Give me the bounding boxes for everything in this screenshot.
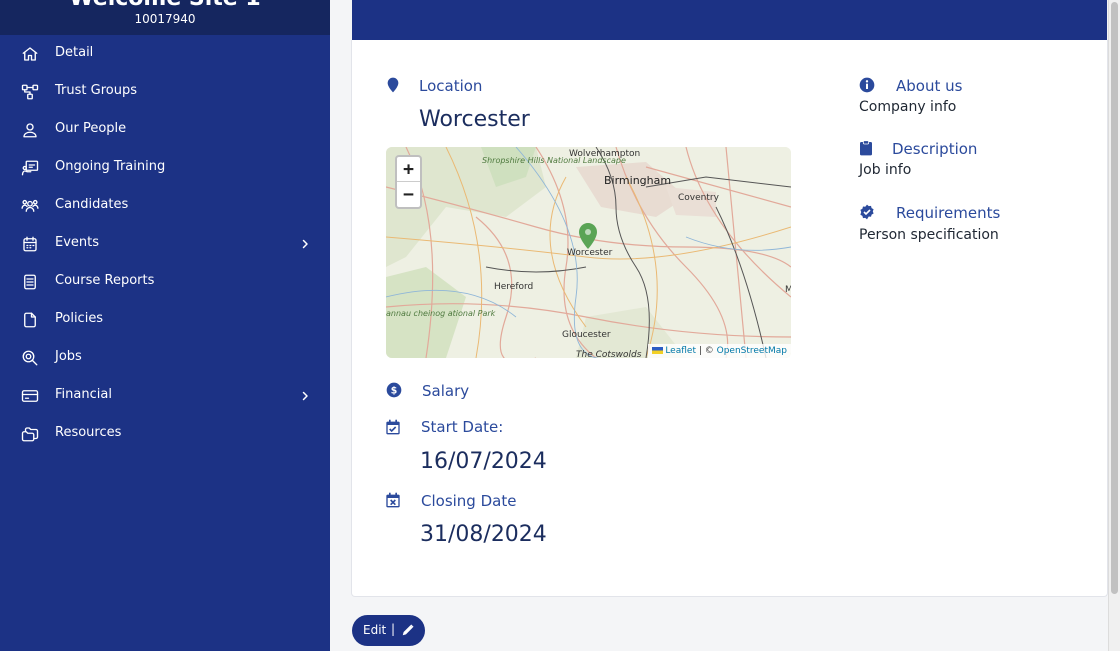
requirements-value: Person specification	[859, 227, 999, 243]
attribution-separator: | ©	[695, 346, 717, 356]
sidebar-item-label: Financial	[55, 387, 112, 402]
leaflet-link[interactable]: Leaflet	[665, 346, 696, 356]
description-label: Description	[892, 140, 978, 158]
location-map[interactable]: + − Shropshire Hills National Landscape …	[386, 147, 791, 358]
sidebar-item-jobs[interactable]: Jobs	[0, 339, 330, 377]
zoom-out-button[interactable]: −	[397, 182, 420, 207]
requirements-label: Requirements	[896, 204, 1001, 222]
edit-button-label: Edit	[363, 623, 387, 637]
map-label-cotswolds: The Cotswolds	[576, 350, 642, 358]
map-label-hereford: Hereford	[494, 282, 534, 292]
about-us-value: Company info	[859, 99, 957, 115]
chevron-right-icon[interactable]	[299, 238, 311, 250]
sidebar-item-ongoing-training[interactable]: Ongoing Training	[0, 149, 330, 187]
sidebar: Welcome Site 1 10017940 Detail Trust Gro…	[0, 0, 330, 651]
sidebar-item-label: Trust Groups	[55, 83, 137, 98]
location-value: Worcester	[419, 107, 530, 132]
calendar-icon	[21, 235, 39, 253]
start-date-label: Start Date:	[421, 418, 504, 436]
sidebar-item-course-reports[interactable]: Course Reports	[0, 263, 330, 301]
zoom-in-button[interactable]: +	[397, 157, 420, 182]
about-us-label: About us	[896, 77, 963, 95]
welcome-title: Welcome Site 1	[0, 0, 330, 11]
closing-date-value: 31/08/2024	[420, 522, 547, 547]
map-attribution: Leaflet | © OpenStreetMap	[648, 344, 791, 358]
home-icon	[21, 45, 39, 63]
edit-button[interactable]: Edit |	[352, 615, 425, 646]
dollar-icon: $	[386, 382, 402, 398]
pencil-icon	[401, 623, 415, 637]
app-root: Welcome Site 1 10017940 Detail Trust Gro…	[0, 0, 1120, 651]
map-label-coventry: Coventry	[678, 193, 719, 203]
search-icon	[21, 349, 39, 367]
closing-date-label: Closing Date	[421, 492, 517, 510]
user-icon	[21, 121, 39, 139]
sidebar-item-label: Course Reports	[55, 273, 155, 288]
calendar-check-icon	[385, 419, 401, 435]
map-label-worcester: Worcester	[567, 248, 613, 258]
sidebar-item-candidates[interactable]: Candidates	[0, 187, 330, 225]
sidebar-item-label: Events	[55, 235, 100, 250]
map-label-brecon: annau cheinog ational Park	[386, 309, 495, 318]
network-icon	[21, 83, 39, 101]
map-label-wolverhampton: Wolverhampton	[569, 149, 641, 159]
site-id: 10017940	[134, 12, 196, 26]
sidebar-item-label: Policies	[55, 311, 104, 326]
map-zoom-control: + −	[395, 155, 422, 209]
map-label-birmingham: Birmingham	[604, 174, 672, 187]
info-icon	[859, 77, 875, 93]
sidebar-item-resources[interactable]: Resources	[0, 415, 330, 453]
page-scrollbar[interactable]	[1108, 0, 1120, 651]
map-pin-icon	[385, 77, 401, 93]
credit-card-icon	[21, 387, 39, 405]
sidebar-item-label: Ongoing Training	[55, 159, 166, 174]
scrollbar-thumb[interactable]	[1111, 2, 1118, 594]
sidebar-item-label: Our People	[55, 121, 127, 136]
file-icon	[21, 311, 39, 329]
sidebar-nav: Detail Trust Groups Our People Ongoing T…	[0, 35, 330, 453]
map-label-edge: M	[785, 285, 791, 295]
map-label-shropshire: Shropshire Hills National Landscape	[482, 156, 626, 165]
salary-label: Salary	[422, 382, 470, 400]
sidebar-item-financial[interactable]: Financial	[0, 377, 330, 415]
sidebar-item-detail[interactable]: Detail	[0, 35, 330, 73]
sidebar-item-label: Resources	[55, 425, 122, 440]
job-header-banner	[352, 0, 1107, 40]
clipboard-icon	[858, 140, 874, 156]
description-value: Job info	[859, 162, 912, 178]
edit-button-separator: |	[391, 622, 396, 636]
folders-icon	[21, 425, 39, 443]
users-icon	[21, 197, 39, 215]
openstreetmap-link[interactable]: OpenStreetMap	[717, 346, 787, 356]
chevron-right-icon[interactable]	[299, 390, 311, 402]
calendar-x-icon	[385, 492, 401, 508]
location-label: Location	[419, 77, 483, 95]
ukraine-flag-icon	[652, 347, 664, 354]
sidebar-item-label: Candidates	[55, 197, 129, 212]
verified-badge-icon	[859, 204, 875, 220]
map-label-gloucester: Gloucester	[562, 330, 611, 340]
report-icon	[21, 273, 39, 291]
sidebar-item-label: Jobs	[55, 349, 82, 364]
sidebar-item-label: Detail	[55, 45, 94, 60]
sidebar-item-events[interactable]: Events	[0, 225, 330, 263]
sidebar-header: Welcome Site 1 10017940	[0, 0, 330, 35]
presentation-icon	[21, 159, 39, 177]
start-date-value: 16/07/2024	[420, 449, 547, 474]
sidebar-item-trust-groups[interactable]: Trust Groups	[0, 73, 330, 111]
location-marker-icon[interactable]	[579, 223, 597, 249]
sidebar-item-policies[interactable]: Policies	[0, 301, 330, 339]
sidebar-item-our-people[interactable]: Our People	[0, 111, 330, 149]
svg-text:$: $	[391, 385, 398, 396]
